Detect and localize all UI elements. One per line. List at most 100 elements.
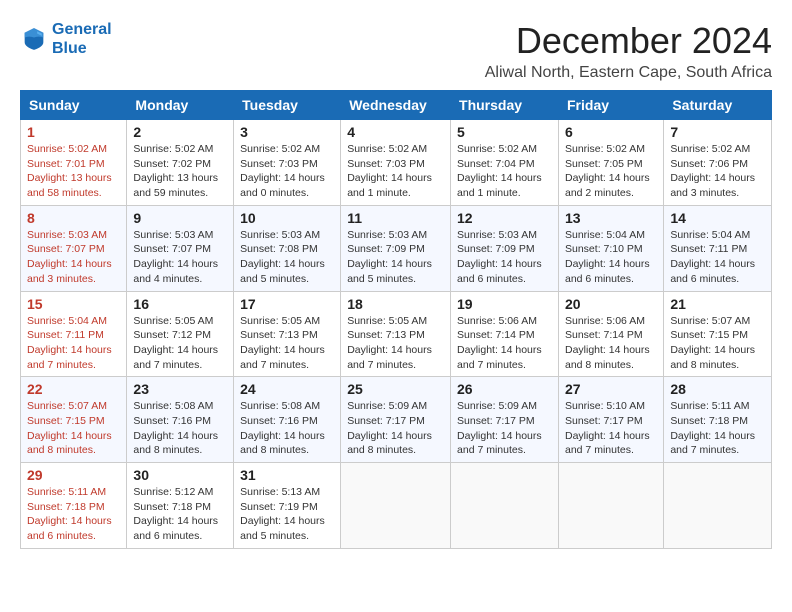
calendar-cell <box>664 463 772 549</box>
day-content: Sunrise: 5:08 AM Sunset: 7:16 PM Dayligh… <box>240 399 334 458</box>
day-number: 19 <box>457 296 552 312</box>
calendar-cell: 2Sunrise: 5:02 AM Sunset: 7:02 PM Daylig… <box>127 120 234 206</box>
day-content: Sunrise: 5:08 AM Sunset: 7:16 PM Dayligh… <box>133 399 227 458</box>
day-content: Sunrise: 5:10 AM Sunset: 7:17 PM Dayligh… <box>565 399 657 458</box>
logo-icon <box>20 25 48 53</box>
calendar-cell: 9 Sunrise: 5:03 AM Sunset: 7:07 PM Daylig… <box>127 205 234 291</box>
header-thursday: Thursday <box>451 91 559 120</box>
day-content: Sunrise: 5:09 AM Sunset: 7:17 PM Dayligh… <box>347 399 444 458</box>
calendar-cell: 27 Sunrise: 5:10 AM Sunset: 7:17 PM Dayli… <box>559 377 664 463</box>
day-content: Sunrise: 5:02 AM Sunset: 7:06 PM Dayligh… <box>670 142 765 201</box>
header-tuesday: Tuesday <box>234 91 341 120</box>
calendar-cell: 29Sunrise: 5:11 AM Sunset: 7:18 PM Dayli… <box>21 463 127 549</box>
day-content: Sunrise: 5:02 AM Sunset: 7:01 PM Dayligh… <box>27 142 120 201</box>
calendar-cell: 6 Sunrise: 5:02 AM Sunset: 7:05 PM Daylig… <box>559 120 664 206</box>
calendar-cell: 12Sunrise: 5:03 AM Sunset: 7:09 PM Dayli… <box>451 205 559 291</box>
day-number: 23 <box>133 381 227 397</box>
day-number: 30 <box>133 467 227 483</box>
header-saturday: Saturday <box>664 91 772 120</box>
day-number: 27 <box>565 381 657 397</box>
logo-text: General Blue <box>52 20 112 58</box>
calendar-cell: 15 Sunrise: 5:04 AM Sunset: 7:11 PM Dayli… <box>21 291 127 377</box>
day-content: Sunrise: 5:06 AM Sunset: 7:14 PM Dayligh… <box>565 314 657 373</box>
calendar-cell: 30Sunrise: 5:12 AM Sunset: 7:18 PM Dayli… <box>127 463 234 549</box>
calendar-cell: 18Sunrise: 5:05 AM Sunset: 7:13 PM Dayli… <box>341 291 451 377</box>
day-content: Sunrise: 5:05 AM Sunset: 7:12 PM Dayligh… <box>133 314 227 373</box>
title-block: December 2024 Aliwal North, Eastern Cape… <box>485 20 772 82</box>
header-friday: Friday <box>559 91 664 120</box>
week-row-3: 15 Sunrise: 5:04 AM Sunset: 7:11 PM Dayli… <box>21 291 772 377</box>
calendar-cell: 11 Sunrise: 5:03 AM Sunset: 7:09 PM Dayli… <box>341 205 451 291</box>
day-number: 22 <box>27 381 120 397</box>
header-wednesday: Wednesday <box>341 91 451 120</box>
day-number: 10 <box>240 210 334 226</box>
week-row-1: 1 Sunrise: 5:02 AM Sunset: 7:01 PM Daylig… <box>21 120 772 206</box>
day-content: Sunrise: 5:11 AM Sunset: 7:18 PM Dayligh… <box>670 399 765 458</box>
day-number: 31 <box>240 467 334 483</box>
day-content: Sunrise: 5:02 AM Sunset: 7:03 PM Dayligh… <box>240 142 334 201</box>
calendar-cell: 16Sunrise: 5:05 AM Sunset: 7:12 PM Dayli… <box>127 291 234 377</box>
day-content: Sunrise: 5:04 AM Sunset: 7:11 PM Dayligh… <box>27 314 120 373</box>
day-content: Sunrise: 5:06 AM Sunset: 7:14 PM Dayligh… <box>457 314 552 373</box>
week-row-2: 8 Sunrise: 5:03 AM Sunset: 7:07 PM Daylig… <box>21 205 772 291</box>
day-content: Sunrise: 5:03 AM Sunset: 7:07 PM Dayligh… <box>133 228 227 287</box>
calendar-cell: 7 Sunrise: 5:02 AM Sunset: 7:06 PM Daylig… <box>664 120 772 206</box>
month-title: December 2024 <box>485 20 772 62</box>
header-row: SundayMondayTuesdayWednesdayThursdayFrid… <box>21 91 772 120</box>
calendar-cell: 1 Sunrise: 5:02 AM Sunset: 7:01 PM Daylig… <box>21 120 127 206</box>
logo-line1: General <box>52 21 112 38</box>
logo-line2: Blue <box>52 40 87 57</box>
day-content: Sunrise: 5:13 AM Sunset: 7:19 PM Dayligh… <box>240 485 334 544</box>
day-number: 21 <box>670 296 765 312</box>
day-content: Sunrise: 5:03 AM Sunset: 7:08 PM Dayligh… <box>240 228 334 287</box>
calendar-cell <box>451 463 559 549</box>
day-content: Sunrise: 5:04 AM Sunset: 7:11 PM Dayligh… <box>670 228 765 287</box>
day-number: 5 <box>457 124 552 140</box>
calendar-cell: 22 Sunrise: 5:07 AM Sunset: 7:15 PM Dayli… <box>21 377 127 463</box>
calendar-cell: 31 Sunrise: 5:13 AM Sunset: 7:19 PM Dayli… <box>234 463 341 549</box>
calendar-cell: 20 Sunrise: 5:06 AM Sunset: 7:14 PM Dayli… <box>559 291 664 377</box>
calendar-cell: 13 Sunrise: 5:04 AM Sunset: 7:10 PM Dayli… <box>559 205 664 291</box>
logo: General Blue <box>20 20 112 58</box>
page-header: General Blue December 2024 Aliwal North,… <box>20 20 772 82</box>
calendar-cell: 4Sunrise: 5:02 AM Sunset: 7:03 PM Daylig… <box>341 120 451 206</box>
day-number: 6 <box>565 124 657 140</box>
day-number: 17 <box>240 296 334 312</box>
day-number: 8 <box>27 210 120 226</box>
day-number: 9 <box>133 210 227 226</box>
day-number: 7 <box>670 124 765 140</box>
day-number: 28 <box>670 381 765 397</box>
calendar-cell: 19 Sunrise: 5:06 AM Sunset: 7:14 PM Dayli… <box>451 291 559 377</box>
day-content: Sunrise: 5:04 AM Sunset: 7:10 PM Dayligh… <box>565 228 657 287</box>
day-number: 25 <box>347 381 444 397</box>
calendar-cell: 26Sunrise: 5:09 AM Sunset: 7:17 PM Dayli… <box>451 377 559 463</box>
day-content: Sunrise: 5:02 AM Sunset: 7:05 PM Dayligh… <box>565 142 657 201</box>
day-content: Sunrise: 5:05 AM Sunset: 7:13 PM Dayligh… <box>347 314 444 373</box>
day-content: Sunrise: 5:02 AM Sunset: 7:02 PM Dayligh… <box>133 142 227 201</box>
day-number: 11 <box>347 210 444 226</box>
day-number: 13 <box>565 210 657 226</box>
calendar-cell: 23 Sunrise: 5:08 AM Sunset: 7:16 PM Dayli… <box>127 377 234 463</box>
day-content: Sunrise: 5:09 AM Sunset: 7:17 PM Dayligh… <box>457 399 552 458</box>
day-content: Sunrise: 5:03 AM Sunset: 7:09 PM Dayligh… <box>347 228 444 287</box>
calendar-cell: 8 Sunrise: 5:03 AM Sunset: 7:07 PM Daylig… <box>21 205 127 291</box>
day-number: 14 <box>670 210 765 226</box>
day-content: Sunrise: 5:05 AM Sunset: 7:13 PM Dayligh… <box>240 314 334 373</box>
calendar-cell <box>559 463 664 549</box>
calendar-cell: 21 Sunrise: 5:07 AM Sunset: 7:15 PM Dayli… <box>664 291 772 377</box>
day-number: 20 <box>565 296 657 312</box>
day-content: Sunrise: 5:07 AM Sunset: 7:15 PM Dayligh… <box>670 314 765 373</box>
day-number: 29 <box>27 467 120 483</box>
day-number: 4 <box>347 124 444 140</box>
day-number: 1 <box>27 124 120 140</box>
day-content: Sunrise: 5:07 AM Sunset: 7:15 PM Dayligh… <box>27 399 120 458</box>
day-number: 15 <box>27 296 120 312</box>
calendar-cell: 25 Sunrise: 5:09 AM Sunset: 7:17 PM Dayli… <box>341 377 451 463</box>
day-number: 3 <box>240 124 334 140</box>
header-monday: Monday <box>127 91 234 120</box>
calendar-cell <box>341 463 451 549</box>
calendar-cell: 17 Sunrise: 5:05 AM Sunset: 7:13 PM Dayli… <box>234 291 341 377</box>
week-row-4: 22 Sunrise: 5:07 AM Sunset: 7:15 PM Dayli… <box>21 377 772 463</box>
day-content: Sunrise: 5:03 AM Sunset: 7:07 PM Dayligh… <box>27 228 120 287</box>
location-title: Aliwal North, Eastern Cape, South Africa <box>485 64 772 82</box>
